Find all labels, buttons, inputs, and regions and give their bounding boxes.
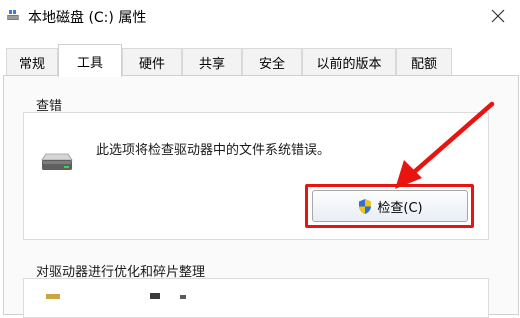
tab-hardware[interactable]: 硬件 — [122, 48, 182, 75]
uac-shield-icon — [359, 198, 372, 214]
close-icon — [491, 9, 505, 23]
tab-general[interactable]: 常规 — [6, 48, 58, 75]
close-button[interactable] — [476, 0, 520, 32]
tab-strip: 常规 工具 硬件 共享 安全 以前的版本 配额 — [0, 44, 520, 77]
optimize-drive-icon — [46, 293, 186, 299]
tab-sharing[interactable]: 共享 — [182, 48, 242, 75]
window-title: 本地磁盘 (C:) 属性 — [28, 10, 147, 26]
drive-small-icon — [7, 10, 19, 20]
error-check-description: 此选项将检查驱动器中的文件系统错误。 — [96, 143, 331, 158]
tab-quota[interactable]: 配额 — [396, 48, 452, 75]
tab-tools[interactable]: 工具 — [58, 44, 122, 77]
tab-security[interactable]: 安全 — [242, 48, 302, 75]
hard-drive-icon — [41, 153, 73, 170]
check-button-label: 检查(C) — [377, 200, 423, 216]
tab-previous-versions[interactable]: 以前的版本 — [302, 48, 396, 75]
check-button[interactable]: 检查(C) — [312, 190, 468, 222]
title-bar: 本地磁盘 (C:) 属性 — [0, 0, 520, 32]
